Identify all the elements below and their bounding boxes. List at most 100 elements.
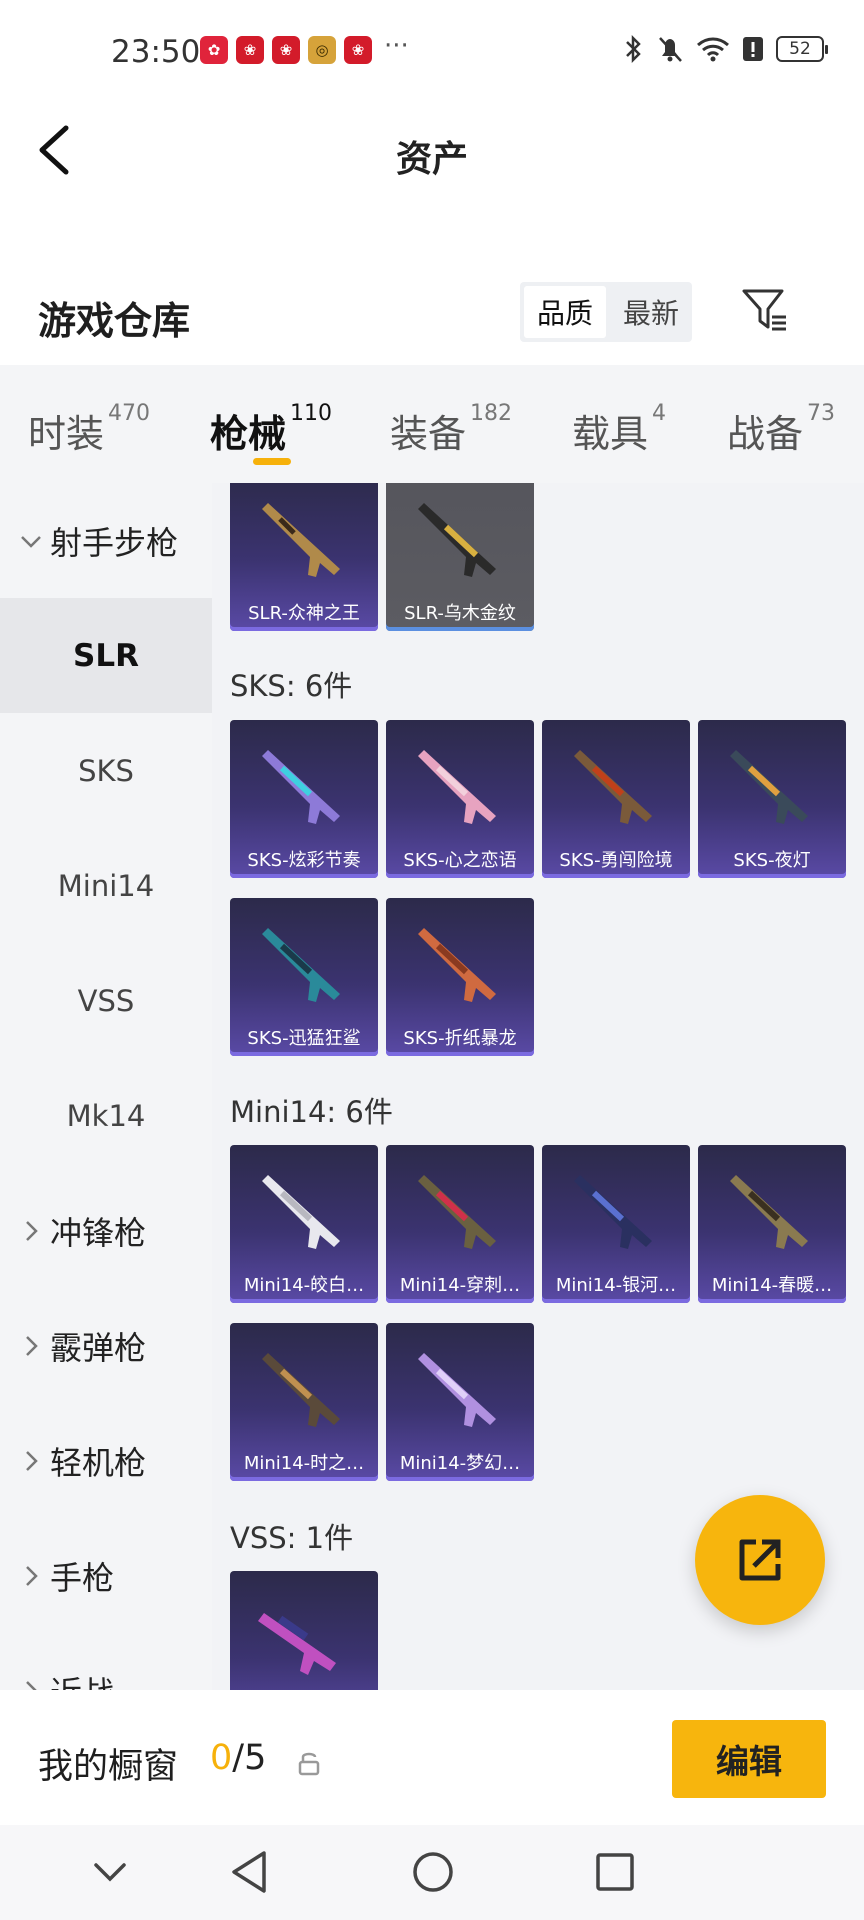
sidebar-item-label: 霰弹枪 (50, 1328, 147, 1367)
app-header: 资产 (0, 100, 864, 210)
sidebar-item-label: Mini14 (57, 868, 155, 903)
tab-label: 载具 (572, 412, 649, 456)
weapon-card[interactable]: Mini14-银河… (542, 1145, 690, 1303)
weapon-name: Mini14-穿刺… (399, 1275, 521, 1296)
chevron-down-icon[interactable] (90, 1847, 130, 1897)
edit-button[interactable]: 编辑 (672, 1720, 826, 1798)
rifle-icon (574, 1175, 652, 1249)
sidebar-item-label: SLR (73, 637, 139, 674)
weapon-name: Mini14-银河… (555, 1275, 677, 1296)
shopping-app-notification-icon: ✿ (200, 36, 228, 64)
tab-label: 装备 (390, 412, 467, 456)
weapon-category-sidebar: 射手步枪 SLR SKS Mini14 VSS Mk14 冲锋枪 霰弹枪 轻机枪… (0, 483, 212, 1690)
wifi-icon (697, 37, 729, 62)
group-title-sks: SKS: 6件 (230, 669, 353, 703)
weapon-card[interactable]: Mini14-皎白… (230, 1145, 378, 1303)
weapon-card[interactable]: SKS-炫彩节奏 (230, 720, 378, 878)
weapon-name: Mini14-时之… (243, 1453, 365, 1474)
sidebar-item-label: 冲锋枪 (50, 1213, 147, 1252)
more-notifications-icon: ··· (384, 31, 409, 61)
alert-badge-icon (743, 37, 763, 61)
showcase-current: 0 (210, 1738, 233, 1778)
sidebar-item-label: 手枪 (50, 1558, 115, 1597)
sort-by-newest-button[interactable]: 最新 (610, 282, 692, 342)
recents-square-icon[interactable] (592, 1847, 638, 1897)
tab-vehicles[interactable]: 载具 4 (572, 401, 667, 458)
sidebar-item-shotgun[interactable]: 霰弹枪 (0, 1288, 212, 1403)
section-title: 游戏仓库 (38, 299, 191, 343)
weapon-name: SKS-迅猛狂鲨 (247, 1028, 361, 1049)
system-navigation-bar (0, 1825, 864, 1920)
chevron-right-icon (26, 1220, 38, 1241)
lock-icon (298, 1752, 320, 1776)
showcase-label: 我的橱窗 (38, 1747, 179, 1787)
chevron-right-icon (26, 1450, 38, 1471)
weapon-card[interactable]: Mini14-春暖… (698, 1145, 846, 1303)
weapon-card[interactable]: SKS-迅猛狂鲨 (230, 898, 378, 1056)
sidebar-item-label: 近战 (50, 1668, 114, 1691)
page-title: 资产 (395, 139, 468, 180)
rifle-icon (574, 750, 652, 824)
rifle-icon (262, 750, 340, 824)
gift-notification-icon-2: ❀ (272, 36, 300, 64)
tab-outfits[interactable]: 时装 470 (28, 401, 150, 458)
sidebar-item-pistol[interactable]: 手枪 (0, 1518, 212, 1633)
active-tab-indicator (253, 458, 291, 465)
weapon-name: SLR-乌木金纹 (404, 603, 516, 624)
rifle-icon (262, 1175, 340, 1249)
weapon-card[interactable]: SKS-勇闯险境 (542, 720, 690, 878)
weapon-name: SKS-折纸暴龙 (403, 1028, 517, 1049)
tab-count: 73 (807, 401, 836, 426)
sort-by-quality-button[interactable]: 品质 (524, 286, 606, 338)
weapon-name: Mini14-梦幻… (399, 1453, 521, 1474)
tab-count: 4 (652, 401, 667, 426)
rifle-icon (418, 503, 496, 577)
sidebar-item-smg[interactable]: 冲锋枪 (0, 1173, 212, 1288)
group-title-mini14: Mini14: 6件 (230, 1095, 393, 1129)
weapon-card[interactable]: SLR-乌木金纹 (386, 483, 534, 631)
tab-guns[interactable]: 枪械 110 (210, 401, 332, 458)
weapon-card[interactable]: Mini14-时之… (230, 1323, 378, 1481)
filter-icon[interactable] (740, 285, 790, 335)
tab-label: 枪械 (210, 412, 287, 456)
category-tabs: 时装 470 枪械 110 装备 182 载具 4 战备 73 (0, 365, 864, 483)
sidebar-item-mini14[interactable]: Mini14 (0, 828, 212, 943)
battery-indicator: 52 (776, 36, 828, 62)
status-time: 23:50 (111, 34, 201, 70)
sidebar-item-marksman-rifles[interactable]: 射手步枪 (0, 483, 212, 598)
weapon-card[interactable]: SKS-折纸暴龙 (386, 898, 534, 1056)
sidebar-item-slr[interactable]: SLR (0, 598, 212, 713)
back-triangle-icon[interactable] (226, 1847, 272, 1897)
rifle-icon (418, 750, 496, 824)
weapon-card[interactable] (230, 1571, 378, 1690)
weapon-card[interactable]: Mini14-穿刺… (386, 1145, 534, 1303)
sidebar-item-label: VSS (77, 983, 135, 1018)
tab-equipment[interactable]: 装备 182 (390, 401, 512, 458)
weapon-card[interactable]: SKS-心之恋语 (386, 720, 534, 878)
share-icon (739, 1539, 781, 1581)
sort-toggle: 品质 最新 (520, 282, 692, 342)
rifle-icon (418, 1175, 496, 1249)
chevron-right-icon (26, 1335, 38, 1356)
weapon-card[interactable]: Mini14-梦幻… (386, 1323, 534, 1481)
weapon-name: Mini14-春暖… (711, 1275, 833, 1296)
tab-supplies[interactable]: 战备 73 (727, 401, 836, 458)
share-fab-button[interactable] (695, 1495, 825, 1625)
weapon-name: SKS-心之恋语 (403, 850, 517, 871)
sidebar-item-vss[interactable]: VSS (0, 943, 212, 1058)
battery-level: 52 (789, 39, 811, 59)
tab-label: 时装 (28, 412, 105, 456)
sidebar-item-mk14[interactable]: Mk14 (0, 1058, 212, 1173)
rifle-icon (262, 928, 340, 1002)
home-circle-icon[interactable] (410, 1847, 456, 1897)
chevron-right-icon (26, 1565, 38, 1586)
sidebar-item-lmg[interactable]: 轻机枪 (0, 1403, 212, 1518)
weapon-card[interactable]: SKS-夜灯 (698, 720, 846, 878)
status-bar: 23:50 ✿ ❀ ❀ ◎ ❀ ··· 52 (0, 0, 864, 100)
sidebar-item-label: 射手步枪 (50, 523, 179, 562)
weapon-card[interactable]: SLR-众神之王 (230, 483, 378, 631)
sidebar-item-melee[interactable]: 近战 (0, 1633, 212, 1690)
notification-icons: ✿ ❀ ❀ ◎ ❀ ··· (200, 31, 409, 64)
sidebar-item-sks[interactable]: SKS (0, 713, 212, 828)
sidebar-item-label: Mk14 (66, 1098, 146, 1133)
